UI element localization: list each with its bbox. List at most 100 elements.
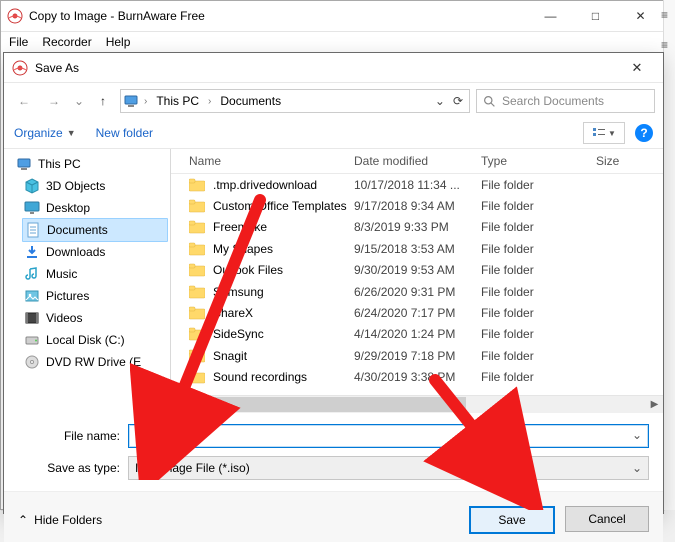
breadcrumb-documents[interactable]: Documents <box>216 94 285 108</box>
nav-forward-button[interactable]: → <box>42 90 66 112</box>
folder-icon <box>189 178 205 192</box>
menu-help[interactable]: Help <box>106 35 131 49</box>
organize-button[interactable]: Organize ▼ <box>14 126 76 140</box>
col-date[interactable]: Date modified <box>354 154 481 168</box>
app-icon <box>7 8 23 24</box>
table-row[interactable]: Custom Office Templates9/17/2018 9:34 AM… <box>171 195 663 216</box>
titlebar: Copy to Image - BurnAware Free — □ ✕ <box>1 1 663 32</box>
dialog-title: Save As <box>35 61 79 75</box>
file-name: Snagit <box>213 349 247 363</box>
file-type: File folder <box>481 263 596 277</box>
table-row[interactable]: Samsung6/26/2020 9:31 PMFile folder <box>171 281 663 302</box>
save-button[interactable]: Save <box>469 506 555 534</box>
menu-recorder[interactable]: Recorder <box>42 35 91 49</box>
view-options-button[interactable]: ▼ <box>583 122 625 144</box>
table-row[interactable]: Outlook Files9/30/2019 9:53 AMFile folde… <box>171 260 663 281</box>
folder-icon <box>189 242 205 256</box>
tree-music[interactable]: Music <box>10 263 170 285</box>
file-type: File folder <box>481 306 596 320</box>
chevron-down-icon[interactable]: ⌄ <box>632 461 642 475</box>
nav-tree: This PC 3D Objects Desktop Documents Dow… <box>4 149 171 413</box>
help-button[interactable]: ? <box>635 124 653 142</box>
close-button[interactable]: ✕ <box>618 1 663 31</box>
minimize-button[interactable]: — <box>528 1 573 31</box>
tree-dvddrive[interactable]: DVD RW Drive (E <box>10 351 170 373</box>
file-type: File folder <box>481 178 596 192</box>
tree-documents[interactable]: Documents <box>22 218 168 242</box>
breadcrumb-thispc[interactable]: This PC <box>152 94 203 108</box>
file-date: 8/3/2019 9:33 PM <box>354 220 481 234</box>
file-type: File folder <box>481 327 596 341</box>
folder-icon <box>189 220 205 234</box>
search-input[interactable]: Search Documents <box>476 89 655 113</box>
file-type: File folder <box>481 242 596 256</box>
file-date: 9/15/2018 3:53 AM <box>354 242 481 256</box>
savetype-combobox[interactable]: ISO Image File (*.iso) ⌄ <box>128 456 649 480</box>
new-folder-button[interactable]: New folder <box>96 126 153 140</box>
tree-localdisk[interactable]: Local Disk (C:) <box>10 329 170 351</box>
tree-pictures[interactable]: Pictures <box>10 285 170 307</box>
table-row[interactable]: SideSync 4/14/2020 1:24 PMFile folder <box>171 324 663 345</box>
table-row[interactable]: Sound recordings4/30/2019 3:38 PMFile fo… <box>171 367 663 388</box>
filename-label: File name: <box>18 429 120 443</box>
chevron-up-icon: ⌃ <box>18 513 28 527</box>
file-name: SideSync <box>213 327 264 341</box>
tree-videos[interactable]: Videos <box>10 307 170 329</box>
refresh-button[interactable]: ⟳ <box>453 94 463 108</box>
table-row[interactable]: My Shapes9/15/2018 3:53 AMFile folder <box>171 238 663 259</box>
file-name: Custom Office Templates <box>213 199 347 213</box>
address-bar[interactable]: › This PC › Documents ⌄ ⟳ <box>120 89 470 113</box>
file-date: 6/24/2020 7:17 PM <box>354 306 481 320</box>
background-panel: ≡ ≡ <box>663 0 675 510</box>
hide-folders-toggle[interactable]: ⌃ Hide Folders <box>18 513 102 527</box>
col-type[interactable]: Type <box>481 154 596 168</box>
nav-up-button[interactable]: ↑ <box>92 90 114 112</box>
cancel-button[interactable]: Cancel <box>565 506 649 532</box>
horizontal-scrollbar[interactable]: ▶ <box>171 395 663 413</box>
chevron-down-icon[interactable]: ⌄ <box>632 428 642 442</box>
nav-row: ← → ⌄ ↑ › This PC › Documents ⌄ ⟳ Search… <box>4 83 663 118</box>
scrollbar-thumb[interactable] <box>171 397 466 412</box>
tree-downloads[interactable]: Downloads <box>10 241 170 263</box>
table-row[interactable]: Freemake 8/3/2019 9:33 PMFile folder <box>171 217 663 238</box>
music-icon <box>24 266 40 282</box>
burnaware-icon <box>12 60 28 76</box>
search-placeholder: Search Documents <box>502 94 604 108</box>
file-type: File folder <box>481 285 596 299</box>
content-area: This PC 3D Objects Desktop Documents Dow… <box>4 149 663 413</box>
search-icon <box>483 95 496 108</box>
col-name[interactable]: Name <box>189 154 354 168</box>
folder-icon <box>189 370 205 384</box>
chevron-down-icon: ▼ <box>67 128 76 138</box>
file-name: Sound recordings <box>213 370 307 384</box>
table-row[interactable]: ShareX6/24/2020 7:17 PMFile folder <box>171 302 663 323</box>
file-date: 4/14/2020 1:24 PM <box>354 327 481 341</box>
file-date: 9/30/2019 9:53 AM <box>354 263 481 277</box>
file-name: .tmp.drivedownload <box>213 178 317 192</box>
dialog-close-button[interactable]: ✕ <box>617 53 657 82</box>
tree-3dobjects[interactable]: 3D Objects <box>10 175 170 197</box>
address-dropdown-icon[interactable]: ⌄ <box>435 94 445 108</box>
menu-file[interactable]: File <box>9 35 28 49</box>
tree-thispc[interactable]: This PC <box>10 153 170 175</box>
chevron-down-icon: ▼ <box>608 129 616 138</box>
tree-desktop[interactable]: Desktop <box>10 197 170 219</box>
hdd-icon <box>24 332 40 348</box>
folder-icon <box>189 327 205 341</box>
pc-icon <box>123 93 139 109</box>
file-name: Freemake <box>213 220 267 234</box>
maximize-button[interactable]: □ <box>573 1 618 31</box>
folder-icon <box>189 285 205 299</box>
table-row[interactable]: .tmp.drivedownload10/17/2018 11:34 ...Fi… <box>171 174 663 195</box>
file-list: Name Date modified Type Size .tmp.drived… <box>171 149 663 413</box>
dialog-titlebar: Save As ✕ <box>4 53 663 83</box>
col-size[interactable]: Size <box>596 154 663 168</box>
nav-back-button[interactable]: ← <box>12 90 36 112</box>
nav-history-dropdown[interactable]: ⌄ <box>72 94 86 108</box>
pc-icon <box>16 156 32 172</box>
download-icon <box>24 244 40 260</box>
file-type: File folder <box>481 220 596 234</box>
filename-input[interactable]: ⌄ <box>128 424 649 448</box>
table-row[interactable]: Snagit9/29/2019 7:18 PMFile folder <box>171 345 663 366</box>
scroll-right-button[interactable]: ▶ <box>646 396 663 413</box>
